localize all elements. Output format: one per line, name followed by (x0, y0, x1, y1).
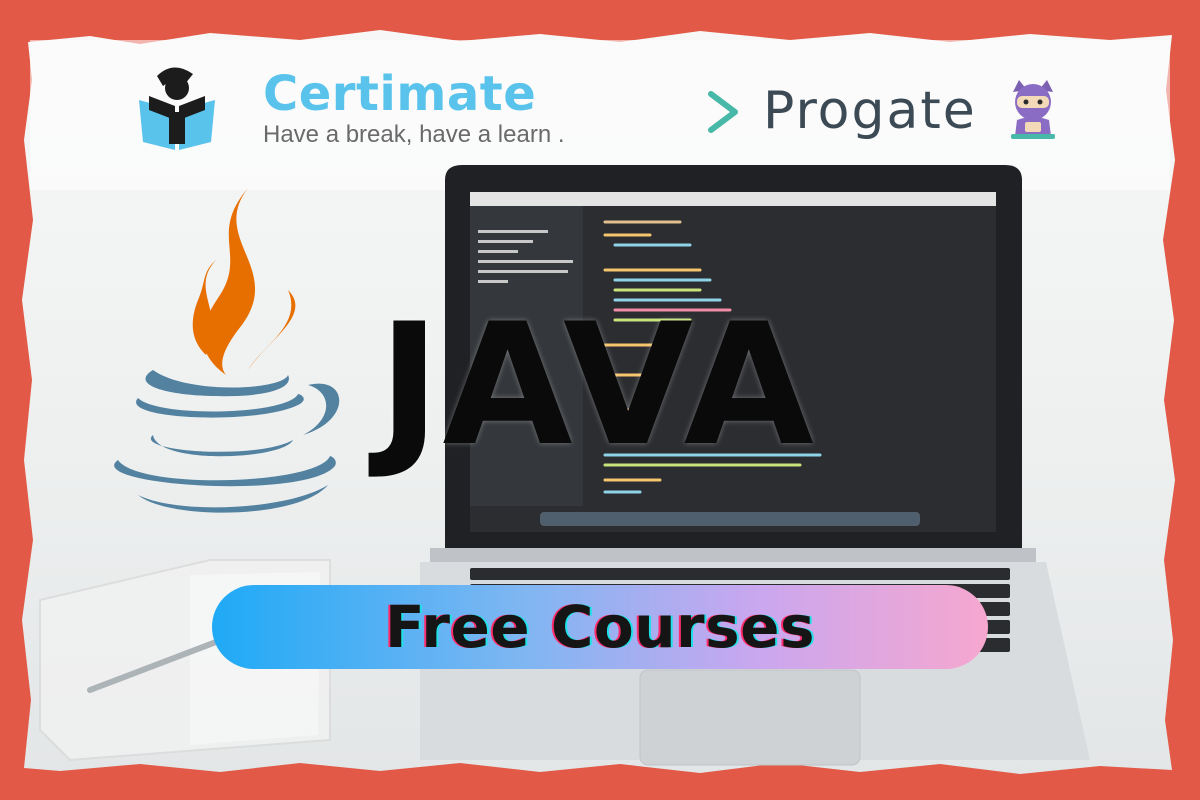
java-coffee-cup-icon (114, 188, 340, 513)
free-courses-label: Free Courses (384, 593, 816, 661)
progate-ninja-cat-icon (1011, 80, 1055, 139)
certimate-tagline: Have a break, have a learn . (263, 121, 565, 148)
progate-wordmark: Progate (763, 81, 977, 141)
free-courses-banner: Free Courses (212, 585, 988, 669)
progate-chevron-icon (708, 91, 738, 133)
certimate-brand: Certimate Have a break, have a learn . (135, 60, 575, 160)
certimate-wordmark: Certimate (263, 66, 537, 122)
java-headline: JAVA (378, 287, 816, 483)
certimate-reader-icon (139, 67, 215, 150)
thumbnail-banner: Certimate Have a break, have a learn . P… (0, 0, 1200, 800)
progate-brand: Progate (705, 78, 1075, 148)
